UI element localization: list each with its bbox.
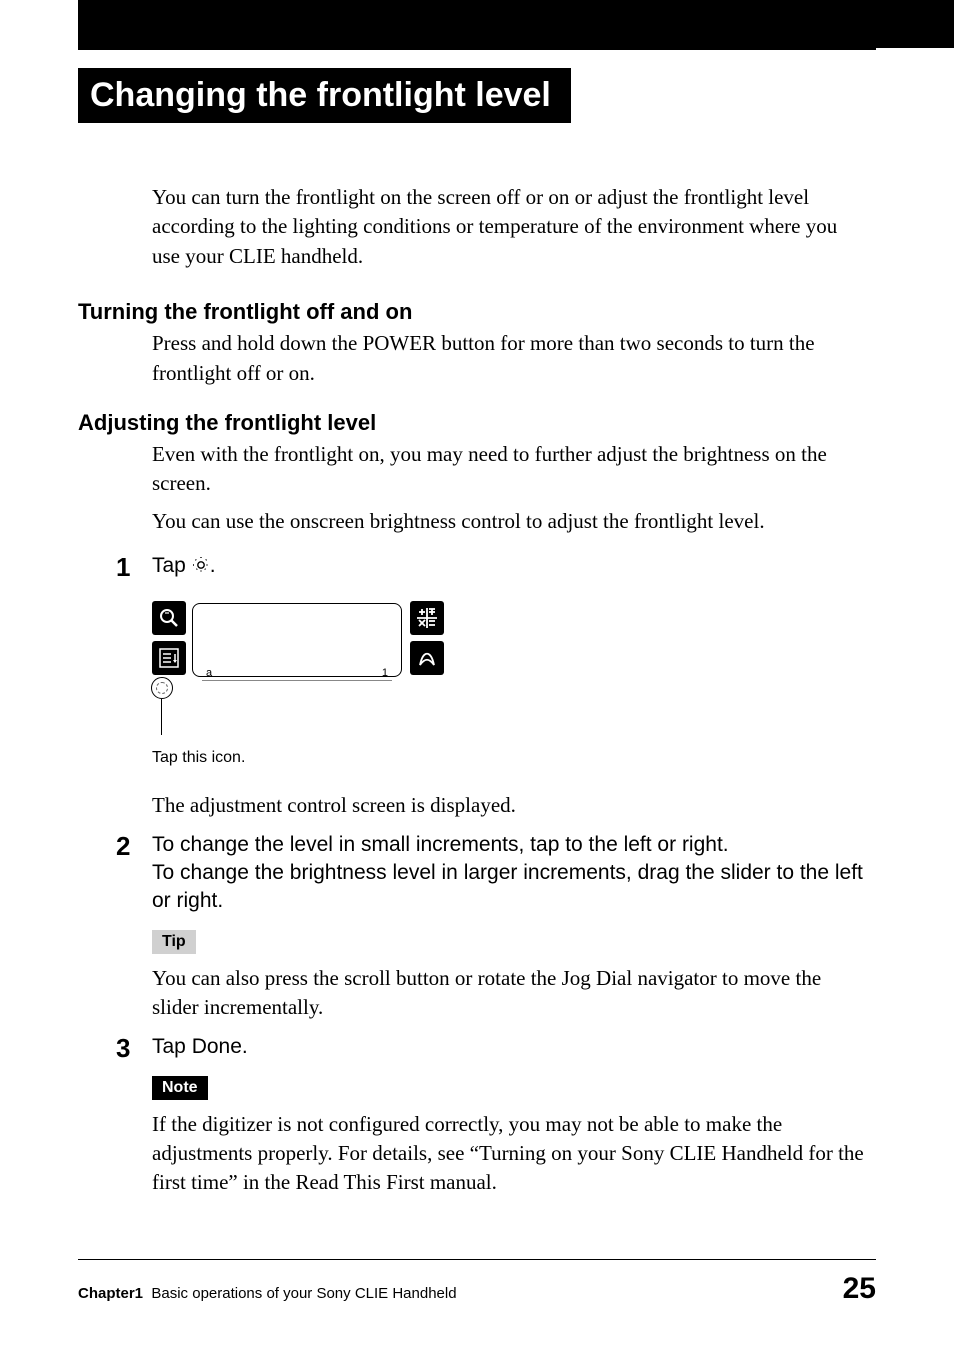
tap-this-icon-caption: Tap this icon. <box>152 749 245 767</box>
step-1-text: Tap . <box>152 552 866 582</box>
section1-body: Press and hold down the POWER button for… <box>152 329 866 388</box>
graffiti-icon <box>410 641 444 675</box>
page-content: Changing the frontlight level You can tu… <box>78 48 876 1352</box>
step-2: 2 To change the level in small increment… <box>116 831 866 916</box>
illustration: a 1 Tap this icon. <box>152 601 866 761</box>
step-number: 2 <box>116 831 152 862</box>
tip-badge: Tip <box>152 930 196 954</box>
step1-prefix: Tap <box>152 554 192 577</box>
section2-p2: You can use the onscreen brightness cont… <box>152 507 866 536</box>
section2-p1: Even with the frontlight on, you may nee… <box>152 440 866 499</box>
header-black-bar <box>78 0 954 48</box>
footer-chapter: Chapter1 Basic operations of your Sony C… <box>78 1285 457 1302</box>
callout-line <box>161 699 162 735</box>
graffiti-letter-a: a <box>206 667 212 679</box>
body-area: You can turn the frontlight on the scree… <box>78 183 876 1198</box>
brightness-icon <box>192 554 210 582</box>
step-1: 1 Tap . <box>116 552 866 583</box>
calculator-icon <box>410 601 444 635</box>
step-3-text: Tap Done. <box>152 1033 866 1061</box>
note-badge: Note <box>152 1076 208 1100</box>
step1-suffix: . <box>210 554 216 577</box>
section1-heading: Turning the frontlight off and on <box>78 299 866 325</box>
tip-body: You can also press the scroll button or … <box>152 964 866 1023</box>
page-title: Changing the frontlight level <box>90 76 551 115</box>
brightness-wheel-icon <box>151 677 173 699</box>
menu-icon <box>152 641 186 675</box>
step-3: 3 Tap Done. <box>116 1033 866 1064</box>
step-2-text: To change the level in small increments,… <box>152 831 866 916</box>
writing-area-frame <box>192 603 402 677</box>
writing-area-baseline: a 1 <box>202 667 392 681</box>
footer-chapter-title: Basic operations of your Sony CLIE Handh… <box>151 1285 456 1302</box>
step-number: 3 <box>116 1033 152 1064</box>
page-footer: Chapter1 Basic operations of your Sony C… <box>78 1259 876 1306</box>
graffiti-number-1: 1 <box>382 667 388 679</box>
section2-heading: Adjusting the frontlight level <box>78 410 866 436</box>
footer-chapter-label: Chapter1 <box>78 1285 143 1302</box>
page-number: 25 <box>843 1272 876 1306</box>
page-title-bar: Changing the frontlight level <box>78 68 571 123</box>
after-illustration: The adjustment control screen is display… <box>152 791 866 820</box>
find-icon <box>152 601 186 635</box>
intro-paragraph: You can turn the frontlight on the scree… <box>152 183 866 271</box>
step-number: 1 <box>116 552 152 583</box>
note-body: If the digitizer is not configured corre… <box>152 1110 866 1198</box>
